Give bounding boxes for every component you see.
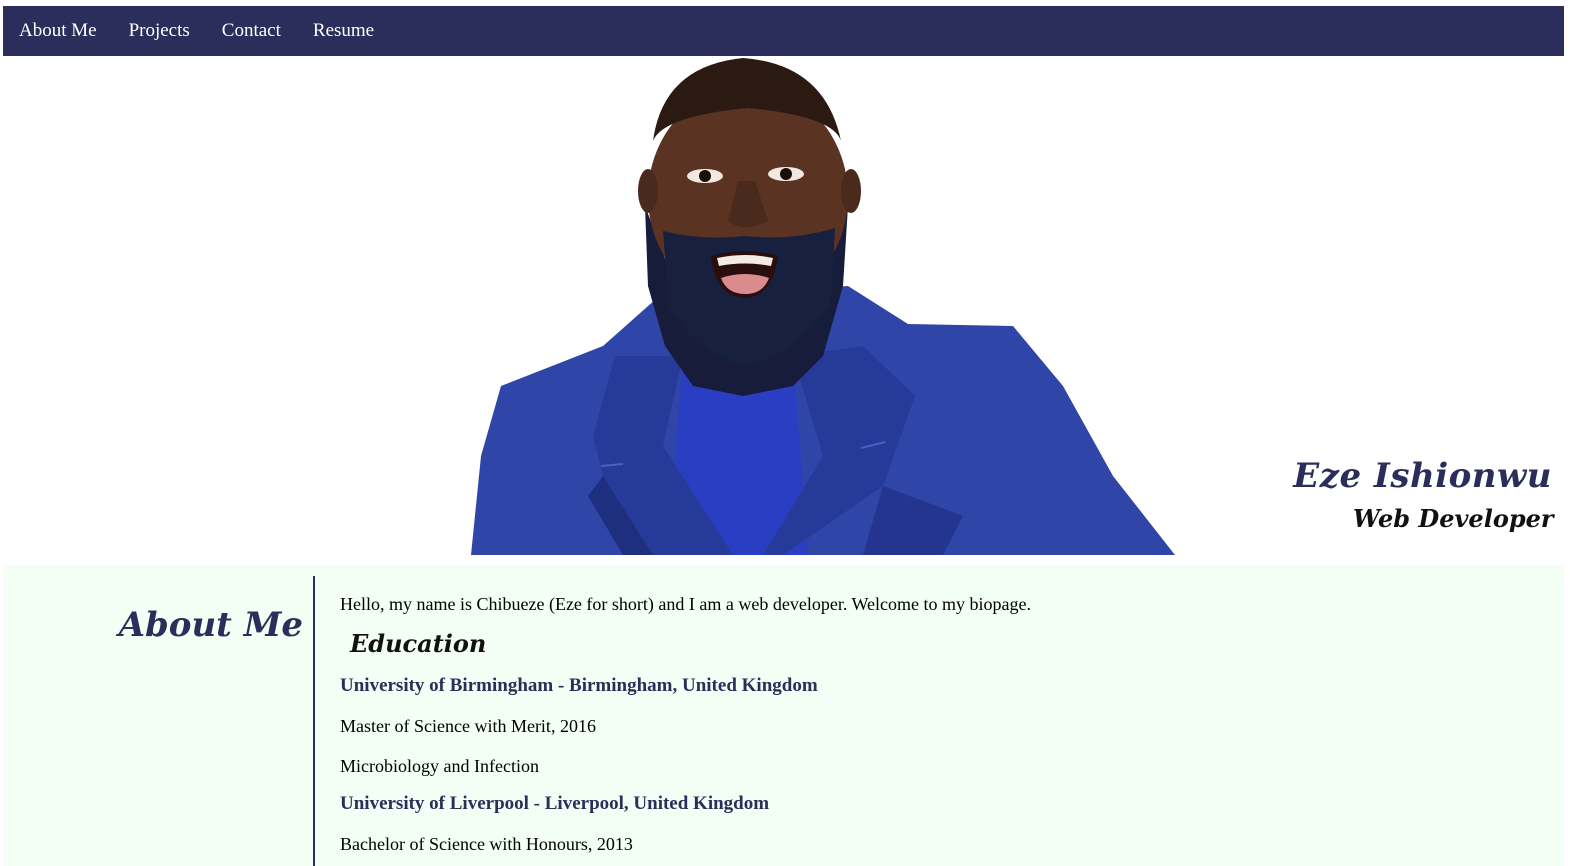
- hero-banner: Eze Ishionwu Web Developer: [3, 56, 1564, 555]
- nav-item-projects[interactable]: Projects: [113, 6, 206, 56]
- education-entry: University of Birmingham - Birmingham, U…: [340, 675, 1520, 777]
- school-name: University of Liverpool - Liverpool, Uni…: [340, 793, 770, 814]
- about-content: Hello, my name is Chibueze (Eze for shor…: [340, 593, 1520, 855]
- vertical-divider: [313, 576, 315, 866]
- intro-text: Hello, my name is Chibueze (Eze for shor…: [340, 594, 1031, 614]
- nav-item-about-me[interactable]: About Me: [3, 6, 113, 56]
- subject-text: Microbiology and Infection: [340, 756, 539, 776]
- degree-text: Bachelor of Science with Honours, 2013: [340, 834, 633, 854]
- about-heading: About Me: [118, 605, 303, 646]
- left-pupil: [699, 170, 711, 182]
- school-name: University of Birmingham - Birmingham, U…: [340, 675, 818, 696]
- top-navbar: About Me Projects Contact Resume: [3, 6, 1564, 56]
- hero-role: Web Developer: [1353, 504, 1554, 533]
- left-ear: [638, 169, 658, 213]
- nav-list: About Me Projects Contact Resume: [3, 6, 1564, 56]
- degree-text: Master of Science with Merit, 2016: [340, 716, 596, 736]
- hero-name: Eze Ishionwu: [1293, 456, 1552, 496]
- right-pupil: [780, 168, 792, 180]
- page: About Me Projects Contact Resume Eze Ish…: [0, 0, 1570, 866]
- nav-item-contact[interactable]: Contact: [206, 6, 297, 56]
- right-ear: [841, 169, 861, 213]
- nav-item-resume[interactable]: Resume: [297, 6, 390, 56]
- education-heading: Education: [350, 629, 487, 658]
- about-section: About Me Hello, my name is Chibueze (Eze…: [3, 565, 1564, 866]
- education-entry: University of Liverpool - Liverpool, Uni…: [340, 793, 1520, 855]
